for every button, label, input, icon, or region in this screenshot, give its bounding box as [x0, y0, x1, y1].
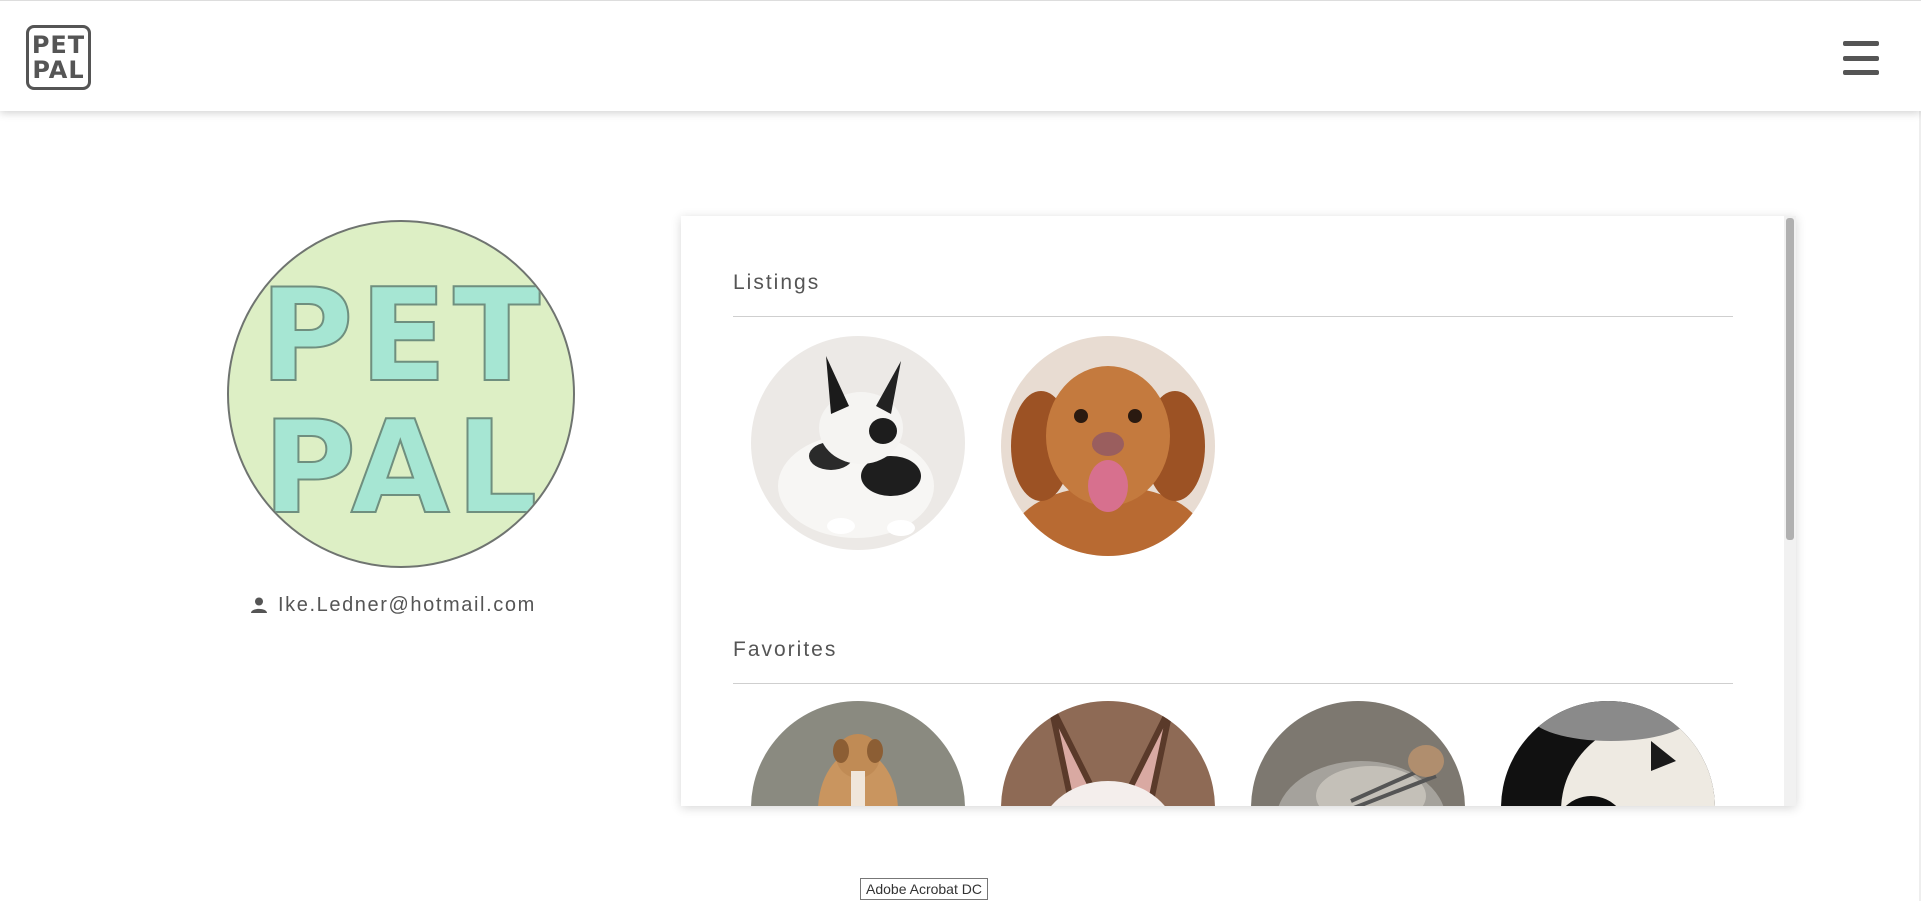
favorites-title: Favorites [733, 638, 838, 661]
panel-scrollbar-thumb[interactable] [1786, 218, 1794, 540]
user-email-row: Ike.Ledner@hotmail.com [250, 592, 536, 618]
logo-line-2: PAL [32, 55, 85, 84]
listings-title: Listings [733, 271, 821, 294]
listings-divider [733, 316, 1733, 317]
listing-pet-rabbit[interactable] [751, 336, 965, 550]
petpal-logo[interactable]: PET PAL [26, 25, 91, 90]
favorite-pet-kitten[interactable] [1251, 701, 1465, 806]
listing-pet-dog[interactable] [1001, 336, 1215, 556]
panel-scrollbar[interactable] [1784, 216, 1796, 806]
favorite-pet-rabbit[interactable] [1001, 701, 1215, 806]
top-nav-bar: PET PAL [0, 0, 1921, 111]
petpal-avatar-logo: PET PAL [259, 261, 547, 544]
logo-line-1: PET [31, 30, 86, 59]
hamburger-menu-icon[interactable] [1843, 41, 1879, 75]
profile-avatar: PET PAL [227, 220, 575, 568]
tooltip: Adobe Acrobat DC [860, 878, 988, 900]
favorites-divider [733, 683, 1733, 684]
user-email: Ike.Ledner@hotmail.com [278, 593, 536, 616]
avatar-text-line-2: PAL [263, 394, 544, 543]
favorite-pet-puppy[interactable] [1501, 701, 1715, 806]
avatar-text-line-1: PET [260, 262, 547, 411]
favorite-pet-dog[interactable] [751, 701, 965, 806]
person-icon [251, 597, 267, 613]
pets-panel: Listings Favorites [681, 216, 1796, 806]
